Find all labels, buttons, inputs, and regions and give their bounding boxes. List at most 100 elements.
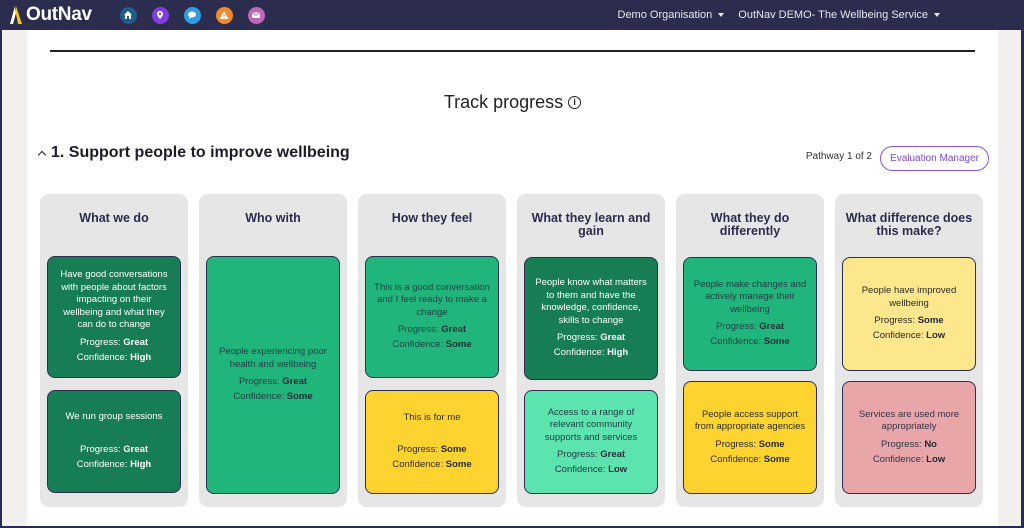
progress-value: No: [924, 438, 937, 450]
progress-label: Progress:: [79, 336, 124, 348]
card-description: People make changes and actively manage …: [693, 278, 807, 315]
card-progress: Progress: Some: [397, 442, 466, 457]
card-progress: Progress: Great: [557, 330, 625, 345]
column-title: Who with: [245, 211, 301, 225]
nav-right-menus: Demo Organisation OutNav DEMO- The Wellb…: [618, 0, 940, 30]
progress-value: Great: [600, 449, 626, 461]
outcome-columns: What we do Have good conversations with p…: [40, 194, 983, 507]
card-description: We run group sessions: [65, 411, 163, 423]
column-how-they-feel: How they feel This is a good conversation…: [358, 194, 506, 507]
card-confidence: Confidence: Some: [233, 389, 312, 404]
pathway-section-toggle[interactable]: 1. Support people to improve wellbeing: [37, 144, 350, 162]
pathway-counter: Pathway 1 of 2: [805, 151, 872, 162]
column-title: How they feel: [391, 211, 473, 225]
card-progress: Progress: Great: [557, 447, 625, 462]
outcome-card[interactable]: People access support from appropriate a…: [683, 381, 817, 494]
confidence-value: High: [130, 458, 152, 470]
outcome-card[interactable]: People make changes and actively manage …: [683, 257, 817, 371]
chevron-up-icon: [37, 150, 47, 160]
progress-label: Progress:: [715, 438, 759, 450]
card-progress: Progress: Some: [715, 437, 784, 452]
brand-logo[interactable]: OutNav: [8, 0, 92, 30]
envelope-icon[interactable]: [247, 6, 265, 24]
confidence-label: Confidence:: [872, 453, 927, 465]
warning-icon[interactable]: [215, 6, 233, 24]
outcome-card[interactable]: People know what matters to them and hav…: [524, 257, 658, 380]
card-description: People experiencing poor health and well…: [219, 346, 327, 370]
confidence-label: Confidence:: [76, 458, 131, 470]
progress-value: Great: [282, 376, 308, 387]
confidence-value: High: [607, 347, 629, 358]
outcome-card[interactable]: People have improved wellbeing Progress: …: [842, 257, 976, 371]
card-progress: Progress: Great: [239, 374, 307, 389]
progress-label: Progress:: [397, 324, 442, 336]
home-icon[interactable]: [119, 6, 137, 24]
card-description: This is a good conversation and I feel r…: [374, 281, 490, 318]
outcome-card[interactable]: People experiencing poor health and well…: [206, 256, 340, 494]
progress-value: Great: [441, 324, 467, 336]
card-progress: Progress: Great: [80, 442, 148, 457]
confidence-value: High: [130, 351, 152, 363]
confidence-value: Some: [445, 459, 472, 471]
confidence-label: Confidence:: [392, 459, 446, 471]
card-description: People know what matters to them and hav…: [535, 277, 647, 326]
card-progress: Progress: No: [881, 437, 937, 452]
progress-value: Some: [917, 315, 944, 326]
confidence-label: Confidence:: [872, 330, 927, 341]
organisation-dropdown[interactable]: Demo Organisation: [618, 9, 725, 21]
progress-label: Progress:: [238, 376, 283, 387]
outcome-card[interactable]: Have good conversations with people abou…: [47, 256, 181, 378]
progress-value: Great: [123, 336, 149, 348]
column-who-with: Who with People experiencing poor health …: [199, 194, 347, 507]
progress-value: Great: [123, 443, 149, 455]
progress-value: Great: [600, 332, 626, 343]
chat-bubble-icon[interactable]: [183, 6, 201, 24]
column-what-difference: What difference does this make? People ha…: [835, 194, 983, 507]
confidence-label: Confidence:: [233, 391, 287, 402]
column-what-they-do-differently: What they do differently People make chan…: [676, 194, 824, 507]
card-confidence: Confidence: Low: [873, 328, 945, 343]
progress-label: Progress:: [397, 444, 441, 456]
card-progress: Progress: Great: [80, 335, 148, 350]
confidence-label: Confidence:: [76, 351, 131, 363]
outcome-card[interactable]: Services are used more appropriately Prog…: [842, 381, 976, 494]
page-background: Track progress i 1. Support people to im…: [2, 30, 1021, 526]
info-icon[interactable]: i: [568, 96, 582, 109]
progress-value: Great: [759, 321, 785, 333]
card-confidence: Confidence: Some: [392, 337, 471, 352]
confidence-value: Some: [763, 453, 790, 465]
outcome-card[interactable]: This is a good conversation and I feel r…: [365, 256, 499, 378]
service-dropdown-label: OutNav DEMO- The Wellbeing Service: [738, 9, 928, 21]
card-confidence: Confidence: High: [554, 345, 628, 360]
column-title: What they learn and gain: [531, 211, 651, 238]
card-progress: Progress: Great: [716, 319, 784, 334]
confidence-value: Some: [445, 339, 472, 351]
card-confidence: Confidence: Some: [710, 452, 789, 467]
card-confidence: Confidence: Some: [392, 457, 471, 472]
column-title: What they do differently: [710, 211, 790, 238]
caret-down-icon: [718, 13, 725, 17]
confidence-label: Confidence:: [710, 453, 764, 465]
outcome-card[interactable]: Access to a range of relevant community …: [524, 390, 658, 494]
progress-value: Some: [758, 438, 785, 450]
progress-label: Progress:: [79, 443, 124, 455]
brand-name: OutNav: [26, 4, 92, 25]
divider: [50, 50, 975, 52]
card-description: Services are used more appropriately: [858, 408, 960, 433]
progress-label: Progress:: [881, 438, 925, 450]
card-progress: Progress: Some: [874, 313, 943, 328]
progress-label: Progress:: [874, 315, 918, 326]
page-title: Track progress i: [27, 92, 998, 113]
column-what-they-learn: What they learn and gain People know what…: [517, 194, 665, 507]
service-dropdown[interactable]: OutNav DEMO- The Wellbeing Service: [738, 9, 940, 21]
outcome-card[interactable]: This is for me Progress: Some Confidence: …: [365, 390, 499, 494]
confidence-label: Confidence:: [553, 347, 608, 358]
evaluation-manager-button[interactable]: Evaluation Manager: [880, 146, 989, 171]
progress-label: Progress:: [556, 449, 601, 461]
confidence-label: Confidence:: [392, 339, 446, 351]
confidence-value: Low: [926, 330, 946, 341]
card-confidence: Confidence: High: [77, 350, 151, 365]
outcome-card[interactable]: We run group sessions Progress: Great Conf…: [47, 390, 181, 493]
map-pin-icon[interactable]: [151, 6, 169, 24]
organisation-dropdown-label: Demo Organisation: [617, 9, 713, 21]
